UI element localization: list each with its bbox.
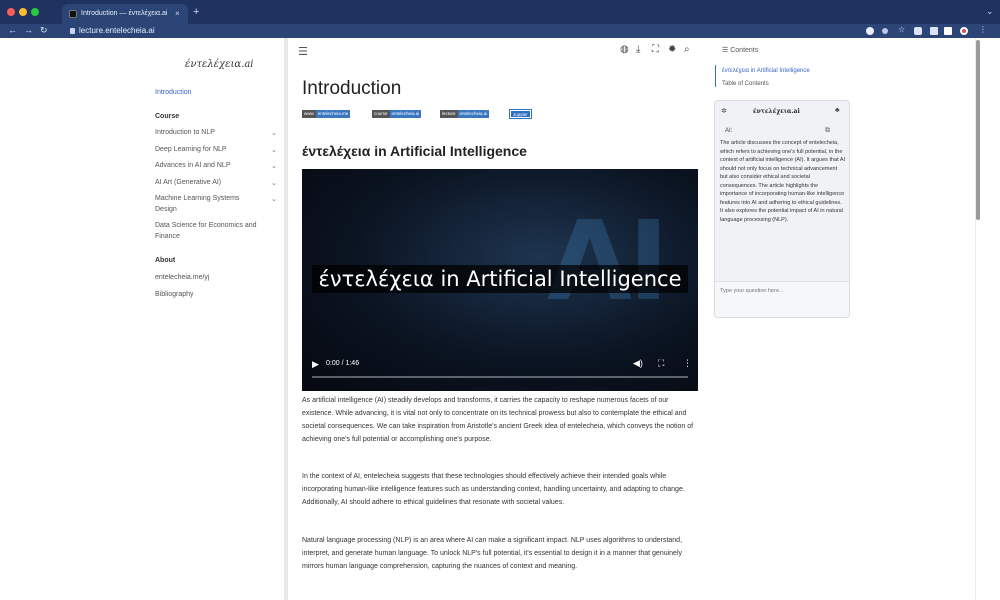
sidebar-item-advances[interactable]: Advances in AI and NLP: [155, 162, 231, 169]
sidebar-item-dsef[interactable]: Data Science for Economics and: [155, 222, 257, 229]
site-logo[interactable]: έντελέχεια.ai: [185, 59, 254, 70]
extension-icon[interactable]: [930, 27, 938, 35]
more-options-icon[interactable]: ⋮: [683, 358, 692, 369]
extension-icon[interactable]: [866, 27, 874, 35]
tab-title: Introduction — έντελέχεια.ai: [81, 10, 168, 17]
extension-icon[interactable]: [914, 27, 922, 35]
window-zoom-button[interactable]: [31, 8, 39, 16]
sidebar-heading-about: About: [155, 257, 176, 264]
url-field[interactable]: lecture.entelecheia.ai: [79, 26, 155, 35]
play-icon[interactable]: ▶: [312, 359, 319, 370]
video-time: 0:00 / 1:46: [326, 360, 360, 367]
sidebar-item-ai-art[interactable]: AI Art (Generative AI): [155, 179, 221, 186]
bot-icon[interactable]: ♣: [835, 107, 840, 114]
page-title: Introduction: [302, 78, 402, 99]
settings-icon[interactable]: ✲: [721, 107, 727, 115]
chat-input-area: [715, 281, 849, 317]
sidebar-toggle-icon[interactable]: [944, 27, 952, 35]
back-icon[interactable]: ←: [8, 25, 17, 35]
search-icon[interactable]: ⌕: [684, 44, 690, 55]
favicon-icon: [69, 10, 77, 18]
toc-heading: ☰ Contents: [722, 47, 759, 54]
toc-active-indicator: [715, 65, 716, 87]
tab-search-icon[interactable]: ⌄: [986, 6, 994, 17]
volume-icon[interactable]: ◀): [633, 358, 643, 369]
main-content: ☰ ◍ ⤓ ⛶ ✹ ⌕ Introduction www entelecheia.…: [288, 38, 708, 600]
sidebar-item-mlsys[interactable]: Machine Learning Systems: [155, 195, 239, 202]
chat-title: έντελέχεια.ai: [753, 108, 800, 115]
sidebar-item-entelecheia[interactable]: entelecheia.me/yj: [155, 274, 209, 281]
reload-icon[interactable]: ↻: [40, 25, 48, 36]
paragraph: As artificial intelligence (AI) steadily…: [302, 397, 694, 443]
github-icon[interactable]: ◍: [620, 44, 629, 55]
sidebar-item-bibliography[interactable]: Bibliography: [155, 291, 194, 298]
sidebar-item-dsef-cont[interactable]: Finance: [155, 233, 180, 240]
section-title: έντελέχεια in Artificial Intelligence: [302, 143, 527, 159]
menu-icon[interactable]: ☰: [298, 45, 308, 58]
copy-icon[interactable]: ⧉: [825, 127, 830, 135]
chevron-down-icon[interactable]: ⌄: [271, 129, 277, 137]
scrollbar-thumb[interactable]: [976, 40, 980, 220]
browser-tab[interactable]: Introduction — έντελέχεια.ai ×: [62, 4, 188, 24]
download-icon[interactable]: ⤓: [636, 44, 640, 55]
badge-jupyter[interactable]: Jupyter: [509, 109, 532, 119]
window-close-button[interactable]: [7, 8, 15, 16]
video-background-text: AI: [547, 197, 669, 325]
forward-icon[interactable]: →: [24, 25, 33, 35]
browser-tab-bar: Introduction — έντελέχεια.ai × + ⌄: [0, 0, 1000, 24]
sidebar-item-intro-nlp[interactable]: Introduction to NLP: [155, 129, 215, 136]
star-icon[interactable]: ☆: [898, 25, 906, 34]
chevron-down-icon[interactable]: ⌄: [271, 146, 277, 154]
badge-www[interactable]: www entelecheia.me: [302, 110, 351, 118]
chat-widget: ✲ έντελέχεια.ai ♣ AI: ⧉ The article disc…: [714, 100, 850, 318]
toc-item[interactable]: έντελέχεια in Artificial Intelligence: [722, 68, 810, 74]
paragraph: In the context of AI, entelecheia sugges…: [302, 473, 685, 506]
lock-icon: [70, 28, 75, 34]
sidebar-item-mlsys-cont[interactable]: Design: [155, 206, 177, 213]
extension-icon[interactable]: [882, 28, 888, 34]
sidebar-heading-course: Course: [155, 113, 180, 120]
address-bar: ← → ↻ lecture.entelecheia.ai ☆ ⋮: [0, 24, 1000, 38]
fullscreen-icon[interactable]: ⛶: [658, 358, 664, 369]
chevron-down-icon[interactable]: ⌄: [271, 179, 277, 187]
sidebar-item-deep-learning[interactable]: Deep Learning for NLP: [155, 146, 227, 153]
left-sidebar: έντελέχεια.ai Introduction Course Introd…: [0, 38, 285, 600]
video-caption: έντελέχεια in Artificial Intelligence: [302, 265, 698, 293]
chat-message: The article discusses the concept of ent…: [720, 140, 846, 223]
video-seek-bar[interactable]: [312, 376, 688, 378]
window-minimize-button[interactable]: [19, 8, 27, 16]
profile-avatar[interactable]: [960, 27, 968, 35]
chat-ai-label: AI:: [725, 128, 733, 134]
video-player[interactable]: AI έντελέχεια in Artificial Intelligence…: [302, 169, 698, 391]
fullscreen-icon[interactable]: ⛶: [652, 44, 659, 55]
tab-close-icon[interactable]: ×: [175, 9, 180, 18]
badge-course[interactable]: course entelecheia.ai: [372, 110, 422, 118]
toc-item[interactable]: Table of Contents: [722, 81, 769, 87]
sidebar-item-introduction[interactable]: Introduction: [155, 89, 192, 96]
badge-lecture[interactable]: lecture entelecheia.ai: [440, 110, 490, 118]
chevron-down-icon[interactable]: ⌄: [271, 162, 277, 170]
chat-input[interactable]: [720, 286, 844, 296]
new-tab-button[interactable]: +: [193, 6, 199, 18]
theme-icon[interactable]: ✹: [668, 44, 676, 55]
chevron-down-icon[interactable]: ⌄: [271, 195, 277, 203]
browser-menu-icon[interactable]: ⋮: [979, 25, 987, 34]
paragraph: Natural language processing (NLP) is an …: [302, 537, 683, 570]
